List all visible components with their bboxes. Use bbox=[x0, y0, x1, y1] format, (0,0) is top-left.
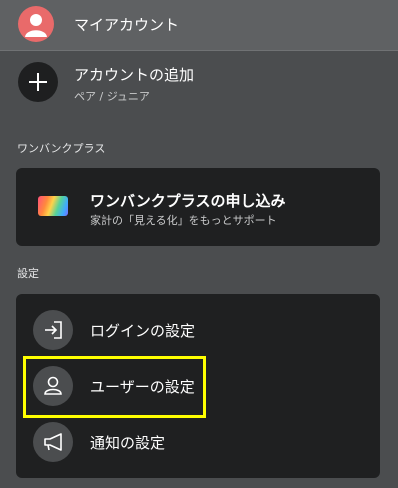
plus-card-subtitle: 家計の「見える化」をもっとサポート bbox=[90, 214, 277, 227]
section-label-settings: 設定 bbox=[17, 267, 39, 280]
settings-item-login-label: ログインの設定 bbox=[90, 322, 196, 340]
megaphone-icon bbox=[33, 422, 73, 462]
my-account-bar[interactable]: マイアカウント bbox=[0, 0, 398, 51]
section-label-plus: ワンバンクプラス bbox=[17, 142, 106, 155]
add-account-subtitle: ペア / ジュニア bbox=[74, 90, 150, 103]
add-account-item[interactable]: アカウントの追加 ペア / ジュニア bbox=[0, 56, 398, 108]
settings-item-notification-label: 通知の設定 bbox=[90, 434, 166, 452]
plus-icon bbox=[18, 62, 58, 102]
plus-card-title: ワンバンクプラスの申し込み bbox=[90, 192, 286, 210]
avatar bbox=[18, 6, 54, 42]
plus-signup-card[interactable]: ワンバンクプラスの申し込み 家計の「見える化」をもっとサポート bbox=[16, 168, 380, 246]
settings-item-login[interactable]: ログインの設定 bbox=[16, 302, 380, 358]
account-name: マイアカウント bbox=[74, 16, 180, 34]
card-logo-icon bbox=[38, 196, 68, 216]
add-account-title: アカウントの追加 bbox=[74, 66, 195, 84]
person-icon bbox=[25, 14, 47, 37]
highlight-box bbox=[23, 356, 206, 418]
login-icon bbox=[33, 310, 73, 350]
settings-item-notification[interactable]: 通知の設定 bbox=[16, 414, 380, 470]
